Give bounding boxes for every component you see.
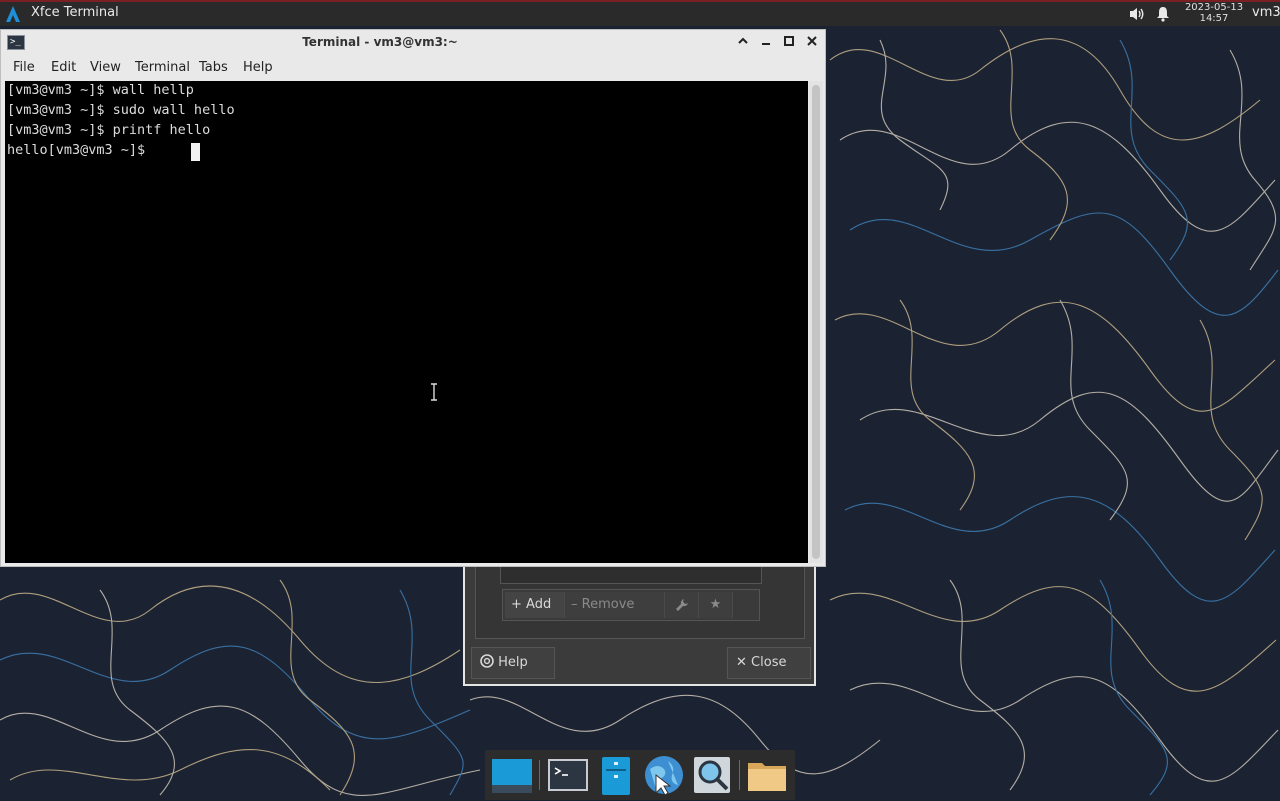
add-button[interactable]: + Add [505, 592, 565, 618]
dialog-toolbar: + Add – Remove ★ [502, 589, 760, 621]
panel-time: 14:57 [1199, 13, 1229, 24]
help-button[interactable]: Help [471, 647, 555, 679]
show-desktop-icon[interactable] [490, 753, 534, 797]
terminal-line: [vm3@vm3 ~]$ sudo wall hello [7, 102, 235, 118]
menu-terminal[interactable]: Terminal [135, 60, 190, 75]
star-icon: ★ [709, 597, 722, 612]
dock-separator [739, 760, 740, 790]
terminal-line: [vm3@vm3 ~]$ printf hello [7, 122, 211, 138]
menu-help[interactable]: Help [243, 60, 273, 75]
panel-clock[interactable]: 2023-05-13 14:57 [1180, 2, 1248, 24]
wrench-icon [675, 598, 688, 611]
menu-file[interactable]: File [13, 60, 35, 75]
terminal-window-title: Terminal - vm3@vm3:~ [302, 35, 458, 49]
terminal-window: >_ Terminal - vm3@vm3:~ File Edit View T… [0, 29, 826, 567]
terminal-scrollbar-thumb[interactable] [812, 85, 820, 559]
help-button-label: Help [498, 655, 528, 670]
terminal-output[interactable]: [vm3@vm3 ~]$ wall hellp [vm3@vm3 ~]$ sud… [5, 81, 808, 563]
volume-icon[interactable] [1128, 6, 1146, 22]
add-button-label: Add [526, 597, 552, 612]
dialog-frame: + Add – Remove ★ [475, 557, 805, 639]
terminal-cursor [191, 143, 200, 161]
favorite-button[interactable]: ★ [699, 592, 733, 618]
app-menu-icon[interactable] [5, 5, 21, 23]
menu-tabs[interactable]: Tabs [199, 60, 228, 75]
background-dialog: + Add – Remove ★ Help ✕ Close [463, 555, 816, 686]
panel-active-app-title[interactable]: Xfce Terminal [31, 5, 119, 20]
remove-button-label: Remove [581, 597, 635, 612]
dock [485, 750, 795, 800]
panel-date: 2023-05-13 [1184, 2, 1244, 13]
plus-icon: + [511, 597, 522, 612]
folder-icon[interactable] [745, 753, 789, 797]
panel-user-menu[interactable]: vm3 [1252, 5, 1280, 20]
menu-edit[interactable]: Edit [51, 60, 76, 75]
terminal-line: [vm3@vm3 ~]$ wall hellp [7, 82, 194, 98]
edit-button[interactable] [665, 592, 699, 618]
file-manager-icon[interactable] [594, 753, 638, 797]
web-browser-icon[interactable] [642, 753, 686, 797]
minimize-icon[interactable] [758, 35, 774, 51]
help-lifebuoy-icon [480, 654, 494, 668]
top-panel: Xfce Terminal 2023-05-13 14:57 vm3 [0, 0, 1280, 26]
terminal-scrollbar[interactable] [809, 81, 823, 563]
terminal-menubar: File Edit View Terminal Tabs Help [1, 57, 825, 81]
dock-separator [539, 760, 540, 790]
close-button[interactable]: ✕ Close [727, 647, 811, 679]
shade-icon[interactable] [735, 35, 751, 51]
minus-icon: – [571, 597, 578, 612]
close-button-label: Close [751, 655, 787, 670]
notification-bell-icon[interactable] [1156, 6, 1170, 22]
terminal-prompt-line: hello[vm3@vm3 ~]$ [7, 142, 154, 158]
terminal-icon[interactable] [546, 753, 590, 797]
terminal-titlebar[interactable]: >_ Terminal - vm3@vm3:~ [1, 30, 825, 57]
menu-view[interactable]: View [90, 60, 121, 75]
mouse-ibeam-cursor-icon [431, 383, 437, 401]
app-finder-icon[interactable] [690, 753, 734, 797]
remove-button[interactable]: – Remove [565, 592, 665, 618]
maximize-icon[interactable] [781, 35, 797, 51]
close-x-icon: ✕ [736, 655, 747, 670]
close-icon[interactable] [804, 35, 820, 51]
